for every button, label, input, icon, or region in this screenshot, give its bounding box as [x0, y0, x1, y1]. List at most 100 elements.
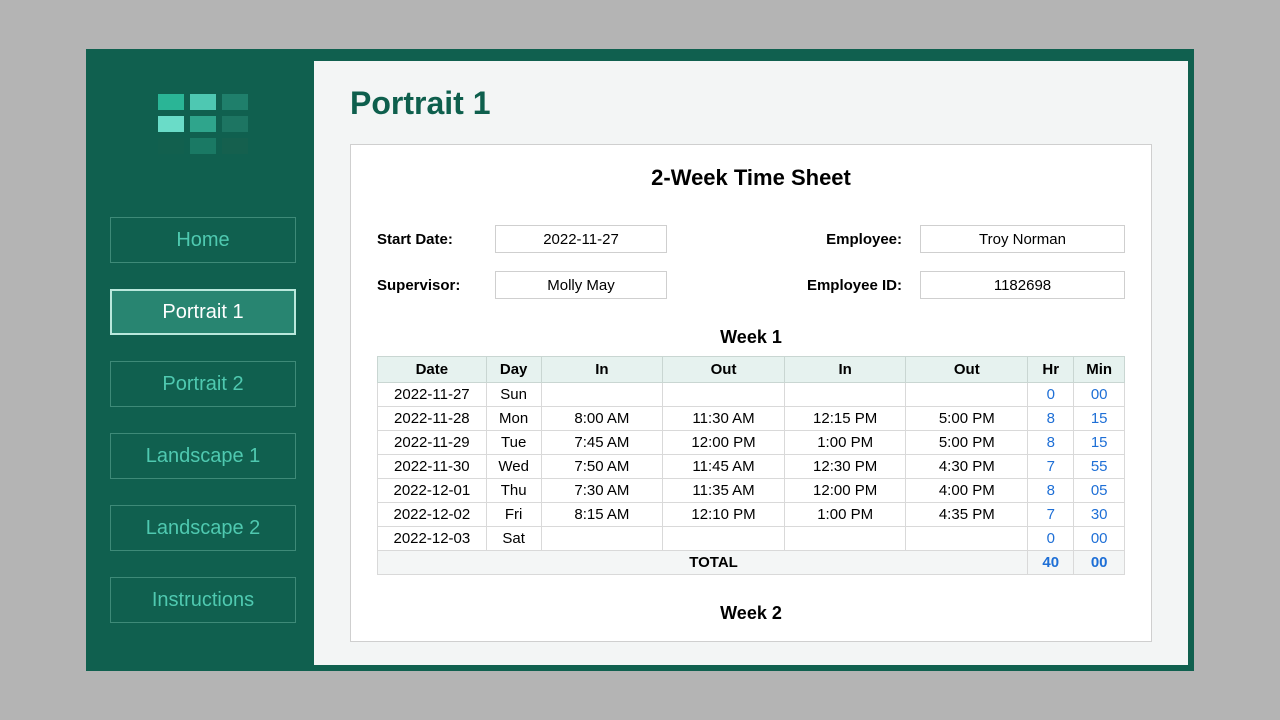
cell-out2[interactable] — [906, 383, 1028, 407]
table-row: 2022-11-30Wed7:50 AM11:45 AM12:30 PM4:30… — [378, 455, 1125, 479]
cell-day: Wed — [486, 455, 541, 479]
table-row: 2022-11-28Mon8:00 AM11:30 AM12:15 PM5:00… — [378, 407, 1125, 431]
sidebar-item-portrait-2[interactable]: Portrait 2 — [110, 361, 296, 407]
label-employee-id: Employee ID: — [792, 277, 902, 294]
supervisor-input[interactable] — [495, 271, 667, 299]
cell-out1[interactable]: 11:45 AM — [663, 455, 785, 479]
logo-cell — [190, 138, 216, 154]
employee-id-input[interactable] — [920, 271, 1125, 299]
cell-date: 2022-11-27 — [378, 383, 487, 407]
meta-row-2: Supervisor: Employee ID: — [377, 271, 1125, 299]
cell-out2[interactable]: 4:00 PM — [906, 479, 1028, 503]
meta-group-start-date: Start Date: — [377, 225, 667, 253]
start-date-input[interactable] — [495, 225, 667, 253]
sidebar-item-portrait-1[interactable]: Portrait 1 — [110, 289, 296, 335]
sheet-title: 2-Week Time Sheet — [377, 165, 1125, 191]
sidebar-nav: Home Portrait 1 Portrait 2 Landscape 1 L… — [110, 217, 296, 623]
app-window: Home Portrait 1 Portrait 2 Landscape 1 L… — [86, 49, 1194, 671]
main-content: Portrait 1 2-Week Time Sheet Start Date:… — [314, 61, 1188, 665]
week1-title: Week 1 — [377, 327, 1125, 348]
cell-hr: 7 — [1028, 455, 1074, 479]
cell-out2[interactable]: 5:00 PM — [906, 407, 1028, 431]
sidebar-item-home[interactable]: Home — [110, 217, 296, 263]
cell-hr: 0 — [1028, 383, 1074, 407]
cell-min: 00 — [1074, 527, 1125, 551]
col-out2: Out — [906, 357, 1028, 383]
sidebar-item-label: Landscape 1 — [146, 445, 261, 468]
cell-in1[interactable]: 8:15 AM — [541, 503, 663, 527]
logo-cell — [158, 94, 184, 110]
cell-out1[interactable] — [663, 527, 785, 551]
sidebar-item-landscape-2[interactable]: Landscape 2 — [110, 505, 296, 551]
cell-date: 2022-11-28 — [378, 407, 487, 431]
cell-in2[interactable]: 12:00 PM — [784, 479, 906, 503]
table-row: 2022-12-01Thu7:30 AM11:35 AM12:00 PM4:00… — [378, 479, 1125, 503]
page-title: Portrait 1 — [350, 85, 1152, 122]
col-date: Date — [378, 357, 487, 383]
app-logo — [143, 91, 263, 157]
cell-hr: 8 — [1028, 431, 1074, 455]
cell-out1[interactable]: 11:35 AM — [663, 479, 785, 503]
logo-cell — [222, 94, 248, 110]
sidebar-item-landscape-1[interactable]: Landscape 1 — [110, 433, 296, 479]
cell-in1[interactable]: 8:00 AM — [541, 407, 663, 431]
total-label: TOTAL — [378, 551, 1028, 575]
cell-day: Thu — [486, 479, 541, 503]
cell-out1[interactable]: 12:10 PM — [663, 503, 785, 527]
cell-date: 2022-12-02 — [378, 503, 487, 527]
logo-cell — [222, 138, 248, 154]
cell-min: 15 — [1074, 407, 1125, 431]
week1-table: Date Day In Out In Out Hr Min 2022-11-27… — [377, 356, 1125, 575]
cell-out1[interactable] — [663, 383, 785, 407]
employee-input[interactable] — [920, 225, 1125, 253]
table-header-row: Date Day In Out In Out Hr Min — [378, 357, 1125, 383]
meta-group-employee-id: Employee ID: — [792, 271, 1125, 299]
cell-day: Mon — [486, 407, 541, 431]
sidebar-item-instructions[interactable]: Instructions — [110, 577, 296, 623]
cell-day: Tue — [486, 431, 541, 455]
cell-in1[interactable] — [541, 527, 663, 551]
table-row: 2022-12-03Sat000 — [378, 527, 1125, 551]
cell-day: Fri — [486, 503, 541, 527]
cell-out2[interactable]: 5:00 PM — [906, 431, 1028, 455]
cell-in1[interactable]: 7:50 AM — [541, 455, 663, 479]
cell-out2[interactable]: 4:30 PM — [906, 455, 1028, 479]
cell-date: 2022-12-03 — [378, 527, 487, 551]
label-supervisor: Supervisor: — [377, 277, 477, 294]
cell-in1[interactable]: 7:45 AM — [541, 431, 663, 455]
cell-hr: 8 — [1028, 479, 1074, 503]
sidebar-item-label: Instructions — [152, 589, 254, 612]
sidebar-item-label: Portrait 2 — [162, 373, 243, 396]
meta-group-employee: Employee: — [792, 225, 1125, 253]
cell-in2[interactable] — [784, 383, 906, 407]
cell-min: 00 — [1074, 383, 1125, 407]
cell-in2[interactable] — [784, 527, 906, 551]
col-day: Day — [486, 357, 541, 383]
cell-hr: 8 — [1028, 407, 1074, 431]
cell-in2[interactable]: 12:15 PM — [784, 407, 906, 431]
cell-out1[interactable]: 11:30 AM — [663, 407, 785, 431]
sidebar-item-label: Home — [176, 229, 229, 252]
cell-date: 2022-11-29 — [378, 431, 487, 455]
cell-in1[interactable] — [541, 383, 663, 407]
logo-cell — [190, 116, 216, 132]
total-min: 00 — [1074, 551, 1125, 575]
col-out1: Out — [663, 357, 785, 383]
cell-in1[interactable]: 7:30 AM — [541, 479, 663, 503]
cell-day: Sun — [486, 383, 541, 407]
table-row: 2022-11-27Sun 000 — [378, 383, 1125, 407]
meta-row-1: Start Date: Employee: — [377, 225, 1125, 253]
logo-cell — [158, 116, 184, 132]
cell-out2[interactable]: 4:35 PM — [906, 503, 1028, 527]
cell-out1[interactable]: 12:00 PM — [663, 431, 785, 455]
col-in1: In — [541, 357, 663, 383]
cell-in2[interactable]: 1:00 PM — [784, 503, 906, 527]
logo-cell — [222, 116, 248, 132]
cell-in2[interactable]: 12:30 PM — [784, 455, 906, 479]
col-hr: Hr — [1028, 357, 1074, 383]
cell-date: 2022-11-30 — [378, 455, 487, 479]
cell-out2[interactable] — [906, 527, 1028, 551]
cell-min: 05 — [1074, 479, 1125, 503]
total-row: TOTAL 40 00 — [378, 551, 1125, 575]
cell-in2[interactable]: 1:00 PM — [784, 431, 906, 455]
